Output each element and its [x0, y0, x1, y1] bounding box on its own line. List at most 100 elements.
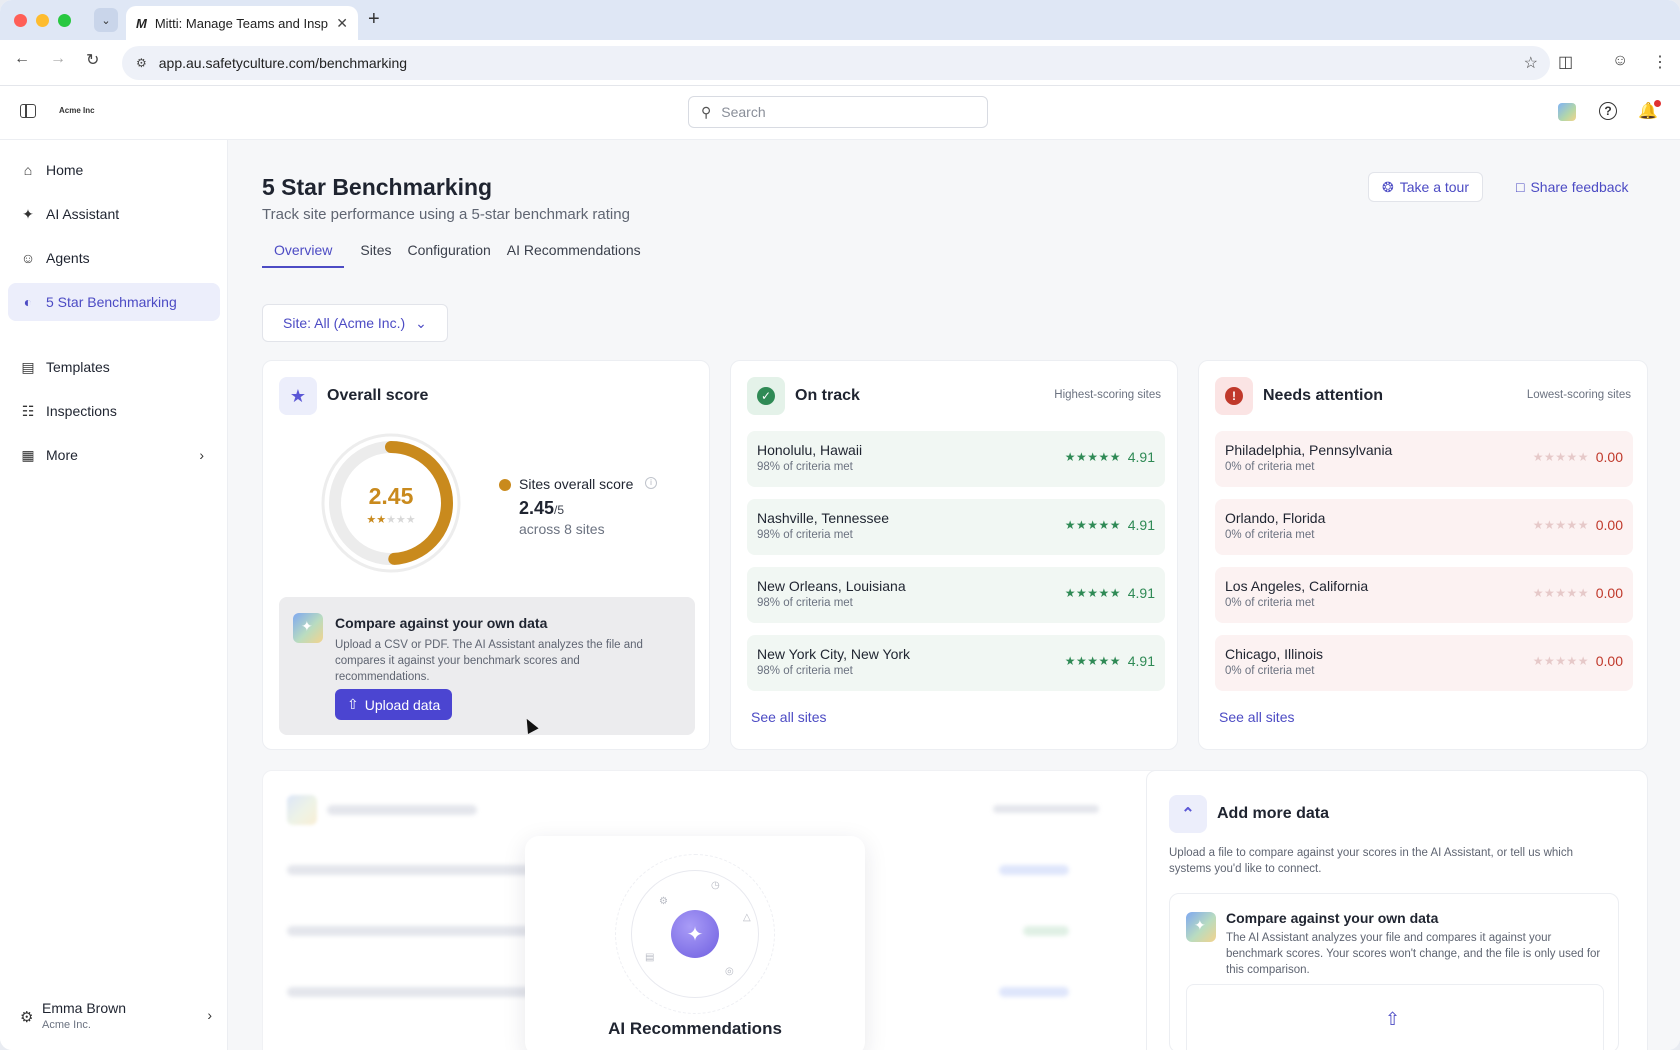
site-score: 4.91: [1127, 585, 1155, 601]
gear-icon: ⚙: [659, 896, 668, 907]
app-header: Acme Inc ⚲ Search ? 🔔: [0, 86, 1680, 140]
site-row[interactable]: Chicago, Illinois 0% of criteria met ★★★…: [1215, 635, 1633, 691]
browser-tab[interactable]: M Mitti: Manage Teams and Insp ✕: [126, 6, 358, 40]
minimize-window-button[interactable]: [36, 14, 49, 27]
card-title: Needs attention: [1263, 387, 1384, 404]
tab-title: Mitti: Manage Teams and Insp: [154, 15, 329, 31]
site-name: New York City, New York: [757, 646, 911, 662]
help-button[interactable]: ?: [1597, 100, 1619, 122]
close-window-button[interactable]: [14, 14, 27, 27]
site-name: Orlando, Florida: [1225, 510, 1326, 526]
site-criteria: 0% of criteria met: [1225, 461, 1315, 473]
browser-menu-icon[interactable]: ⋮: [1652, 52, 1668, 72]
bookmark-star-icon[interactable]: ☆: [1524, 53, 1538, 73]
sidebar-item-home[interactable]: ⌂ Home: [8, 151, 220, 189]
gauge-score: 2.45: [368, 483, 414, 509]
reload-icon[interactable]: ↻: [86, 50, 99, 70]
see-all-sites-link[interactable]: See all sites: [1219, 709, 1294, 725]
browser-tab-bar: ⌄ M Mitti: Manage Teams and Insp ✕ +: [0, 0, 1680, 40]
tab-sites[interactable]: Sites: [360, 242, 391, 268]
user-menu[interactable]: ⚙ Emma Brown Acme Inc. ›: [20, 998, 216, 1038]
sidebar-item-more[interactable]: ▦ More ›: [8, 436, 220, 474]
upload-data-label: Upload data: [364, 696, 441, 713]
browser-window: ⌄ M Mitti: Manage Teams and Insp ✕ + ← →…: [0, 0, 1680, 1050]
back-icon[interactable]: ←: [14, 50, 30, 68]
share-feedback-button[interactable]: □ Share feedback: [1510, 172, 1635, 202]
star-icon: ★: [279, 377, 317, 415]
main-content: 5 Star Benchmarking Track site performan…: [228, 140, 1680, 1050]
tab-list-button[interactable]: ⌄: [94, 8, 118, 32]
star-rating: ★★★★★: [1064, 450, 1121, 464]
file-drop-zone[interactable]: ⇧: [1186, 984, 1604, 1050]
chevron-down-icon: ⌄: [415, 314, 427, 331]
template-icon: ▤: [21, 358, 35, 375]
sidebar-item-inspections[interactable]: ☷ Inspections: [8, 392, 220, 430]
site-settings-icon[interactable]: ⚙: [136, 56, 147, 70]
chevrons-up-icon: ⌃: [1169, 795, 1207, 833]
user-name: Emma Brown: [42, 1000, 127, 1016]
target-icon: ◎: [725, 966, 734, 977]
site-filter-dropdown[interactable]: Site: All (Acme Inc.) ⌄: [262, 304, 448, 342]
extensions-icon[interactable]: ◫: [1558, 52, 1573, 72]
new-tab-button[interactable]: +: [368, 8, 380, 31]
gauge-stars: ★★★★★: [366, 514, 416, 526]
sidebar-item-label: Templates: [46, 359, 110, 375]
star-rating: ★★★★★: [1532, 654, 1589, 668]
search-input[interactable]: ⚲ Search: [688, 96, 988, 128]
profile-icon[interactable]: ☺: [1612, 52, 1628, 70]
site-name: Nashville, Tennessee: [757, 510, 890, 526]
site-name: Honolulu, Hawaii: [757, 442, 863, 458]
see-all-sites-link[interactable]: See all sites: [751, 709, 826, 725]
compare-title: Compare against your own data: [1226, 910, 1439, 926]
site-row[interactable]: New York City, New York 98% of criteria …: [747, 635, 1165, 691]
site-criteria: 98% of criteria met: [757, 665, 853, 677]
site-row[interactable]: Philadelphia, Pennsylvania 0% of criteri…: [1215, 431, 1633, 487]
ai-assistant-icon[interactable]: [1558, 103, 1576, 121]
sidebar-item-agents[interactable]: ☺ Agents: [8, 239, 220, 277]
card-hint: Lowest-scoring sites: [1526, 389, 1631, 401]
sidebar-toggle-icon[interactable]: [20, 104, 36, 118]
compare-title: Compare against your own data: [335, 615, 548, 631]
sidebar-item-templates[interactable]: ▤ Templates: [8, 348, 220, 386]
close-tab-icon[interactable]: ✕: [336, 15, 348, 32]
search-placeholder: Search: [721, 104, 766, 120]
tab-configuration[interactable]: Configuration: [407, 242, 490, 268]
star-rating: ★★★★★: [1064, 586, 1121, 600]
site-row[interactable]: Honolulu, Hawaii 98% of criteria met ★★★…: [747, 431, 1165, 487]
site-row[interactable]: Los Angeles, California 0% of criteria m…: [1215, 567, 1633, 623]
sidebar: ⌂ Home ✦ AI Assistant ☺ Agents ◐ 5 Star …: [0, 140, 228, 1050]
star-rating: ★★★★★: [1532, 518, 1589, 532]
site-criteria: 98% of criteria met: [757, 529, 853, 541]
grid-icon: ▦: [21, 446, 35, 463]
info-icon[interactable]: i: [645, 477, 657, 489]
maximize-window-button[interactable]: [58, 14, 71, 27]
needs-attention-card: ! Needs attention Lowest-scoring sites P…: [1198, 360, 1648, 750]
site-score: 0.00: [1595, 585, 1623, 601]
sidebar-item-label: Home: [46, 162, 84, 178]
home-icon: ⌂: [23, 162, 33, 178]
compare-description: Upload a CSV or PDF. The AI Assistant an…: [335, 639, 643, 683]
star-rating: ★★★★★: [1532, 586, 1589, 600]
tab-overview[interactable]: Overview: [262, 242, 345, 268]
site-row[interactable]: Orlando, Florida 0% of criteria met ★★★★…: [1215, 499, 1633, 555]
clipboard-icon: ☷: [21, 402, 35, 419]
site-name: Philadelphia, Pennsylvania: [1225, 442, 1393, 458]
site-score: 0.00: [1595, 517, 1623, 533]
tab-ai-recommendations[interactable]: AI Recommendations: [507, 242, 641, 268]
card-title: Add more data: [1217, 805, 1330, 822]
alert-icon: !: [1215, 377, 1253, 415]
upload-data-button[interactable]: ⇧ Upload data: [335, 689, 453, 720]
take-tour-button[interactable]: ❂ Take a tour: [1368, 172, 1483, 202]
site-score: 0.00: [1595, 449, 1623, 465]
address-bar[interactable]: ⚙ app.au.safetyculture.com/benchmarking …: [122, 46, 1550, 80]
card-title: On track: [795, 387, 860, 404]
forward-icon[interactable]: →: [50, 50, 66, 68]
site-score: 0.00: [1595, 653, 1623, 669]
site-row[interactable]: Nashville, Tennessee 98% of criteria met…: [747, 499, 1165, 555]
page-title: 5 Star Benchmarking: [262, 174, 493, 200]
site-row[interactable]: New Orleans, Louisiana 98% of criteria m…: [747, 567, 1165, 623]
sidebar-item-benchmarking[interactable]: ◐ 5 Star Benchmarking: [8, 283, 220, 321]
star-rating: ★★★★★: [1064, 518, 1121, 532]
sidebar-item-ai-assistant[interactable]: ✦ AI Assistant: [8, 195, 220, 233]
blurred-title: [327, 805, 477, 815]
